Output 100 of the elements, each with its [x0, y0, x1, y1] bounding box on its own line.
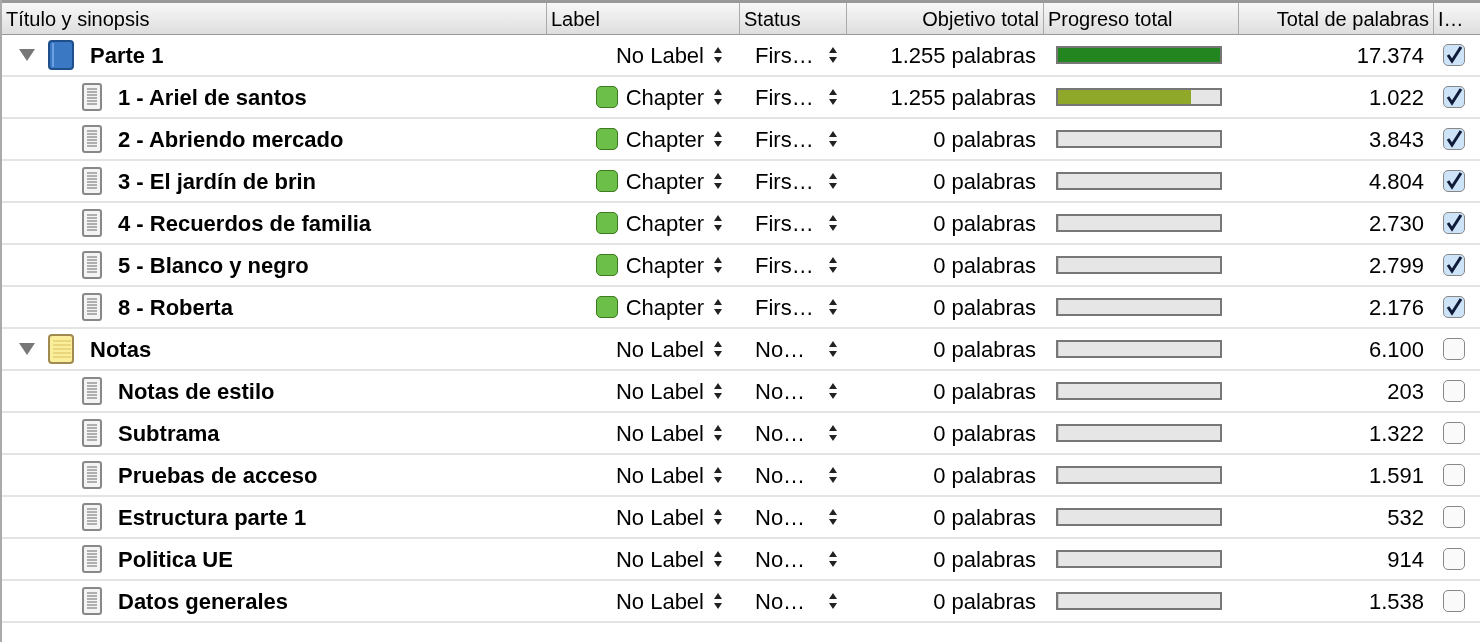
target-value: 0 palabras — [932, 461, 1037, 490]
stepper-icon[interactable] — [827, 297, 839, 317]
stepper-icon[interactable] — [712, 381, 724, 401]
label-value: Chapter — [625, 293, 704, 322]
document-icon — [82, 545, 102, 573]
stepper-icon[interactable] — [827, 465, 839, 485]
document-icon — [82, 587, 102, 615]
stepper-icon[interactable] — [712, 465, 724, 485]
label-value: No Label — [615, 503, 704, 532]
stepper-icon[interactable] — [827, 549, 839, 569]
stepper-icon[interactable] — [712, 213, 724, 233]
checkbox[interactable] — [1443, 590, 1465, 612]
label-value: Chapter — [625, 251, 704, 280]
label-value: No Label — [615, 461, 704, 490]
column-header[interactable]: Total de palabras — [1239, 3, 1434, 34]
word-count: 17.374 — [1355, 41, 1425, 70]
stepper-icon[interactable] — [827, 171, 839, 191]
status-value: No… — [755, 377, 806, 406]
checkbox[interactable] — [1443, 128, 1465, 150]
word-count: 4.804 — [1367, 167, 1425, 196]
stepper-icon[interactable] — [712, 549, 724, 569]
stepper-icon[interactable] — [827, 507, 839, 527]
target-value: 0 palabras — [932, 125, 1037, 154]
word-count: 1.538 — [1367, 587, 1425, 616]
checkbox[interactable] — [1443, 338, 1465, 360]
checkmark-icon — [1445, 46, 1463, 64]
stepper-icon[interactable] — [827, 423, 839, 443]
checkbox[interactable] — [1443, 212, 1465, 234]
label-value: No Label — [615, 41, 704, 70]
word-count: 2.730 — [1367, 209, 1425, 238]
target-value: 0 palabras — [932, 293, 1037, 322]
item-title: Subtrama — [118, 419, 220, 448]
checkbox[interactable] — [1443, 254, 1465, 276]
item-title: 5 - Blanco y negro — [118, 251, 309, 280]
checkbox[interactable] — [1443, 44, 1465, 66]
target-value: 0 palabras — [932, 251, 1037, 280]
checkbox[interactable] — [1443, 548, 1465, 570]
status-value: No… — [755, 419, 806, 448]
word-count: 1.591 — [1367, 461, 1425, 490]
status-value: Firs… — [755, 83, 814, 112]
label-value: Chapter — [625, 167, 704, 196]
stepper-icon[interactable] — [712, 423, 724, 443]
stepper-icon[interactable] — [827, 339, 839, 359]
checkbox[interactable] — [1443, 86, 1465, 108]
stepper-icon[interactable] — [712, 297, 724, 317]
column-header[interactable]: Label — [547, 3, 740, 34]
status-value: No… — [755, 545, 806, 574]
stepper-icon[interactable] — [827, 45, 839, 65]
stepper-icon[interactable] — [712, 255, 724, 275]
checkbox[interactable] — [1443, 464, 1465, 486]
disclosure-triangle-icon[interactable] — [18, 342, 36, 356]
checkmark-icon — [1445, 172, 1463, 190]
stepper-icon[interactable] — [712, 45, 724, 65]
document-icon — [82, 377, 102, 405]
disclosure-triangle-icon[interactable] — [18, 48, 36, 62]
item-title: 4 - Recuerdos de familia — [118, 209, 372, 238]
status-value: Firs… — [755, 41, 814, 70]
stepper-icon[interactable] — [712, 591, 724, 611]
stepper-icon[interactable] — [827, 255, 839, 275]
checkbox[interactable] — [1443, 170, 1465, 192]
label-value: No Label — [615, 377, 704, 406]
target-value: 0 palabras — [932, 209, 1037, 238]
target-value: 0 palabras — [932, 377, 1037, 406]
checkbox[interactable] — [1443, 422, 1465, 444]
checkbox[interactable] — [1443, 506, 1465, 528]
word-count: 1.322 — [1367, 419, 1425, 448]
document-icon — [82, 83, 102, 111]
word-count: 203 — [1386, 377, 1425, 406]
target-value: 0 palabras — [932, 545, 1037, 574]
column-header[interactable]: Progreso total — [1044, 3, 1239, 34]
target-value: 0 palabras — [932, 167, 1037, 196]
column-header[interactable]: I… — [1434, 3, 1480, 34]
status-value: Firs… — [755, 209, 814, 238]
word-count: 2.176 — [1367, 293, 1425, 322]
stepper-icon[interactable] — [712, 339, 724, 359]
label-value: Chapter — [625, 209, 704, 238]
stepper-icon[interactable] — [712, 171, 724, 191]
stepper-icon[interactable] — [827, 213, 839, 233]
column-header[interactable]: Status — [740, 3, 847, 34]
column-header[interactable]: Título y sinopsis — [2, 3, 547, 34]
word-count: 6.100 — [1367, 335, 1425, 364]
stepper-icon[interactable] — [712, 87, 724, 107]
stepper-icon[interactable] — [827, 381, 839, 401]
document-icon — [82, 251, 102, 279]
stepper-icon[interactable] — [712, 129, 724, 149]
word-count: 914 — [1386, 545, 1425, 574]
target-value: 0 palabras — [932, 335, 1037, 364]
stepper-icon[interactable] — [827, 591, 839, 611]
item-title: Parte 1 — [90, 41, 164, 70]
column-header[interactable]: Objetivo total — [847, 3, 1044, 34]
item-title: 8 - Roberta — [118, 293, 233, 322]
stepper-icon[interactable] — [712, 507, 724, 527]
book-icon — [48, 40, 74, 70]
stepper-icon[interactable] — [827, 87, 839, 107]
checkbox[interactable] — [1443, 380, 1465, 402]
stepper-icon[interactable] — [827, 129, 839, 149]
target-value: 0 palabras — [932, 419, 1037, 448]
status-value: Firs… — [755, 251, 814, 280]
checkbox[interactable] — [1443, 296, 1465, 318]
label-value: No Label — [615, 419, 704, 448]
